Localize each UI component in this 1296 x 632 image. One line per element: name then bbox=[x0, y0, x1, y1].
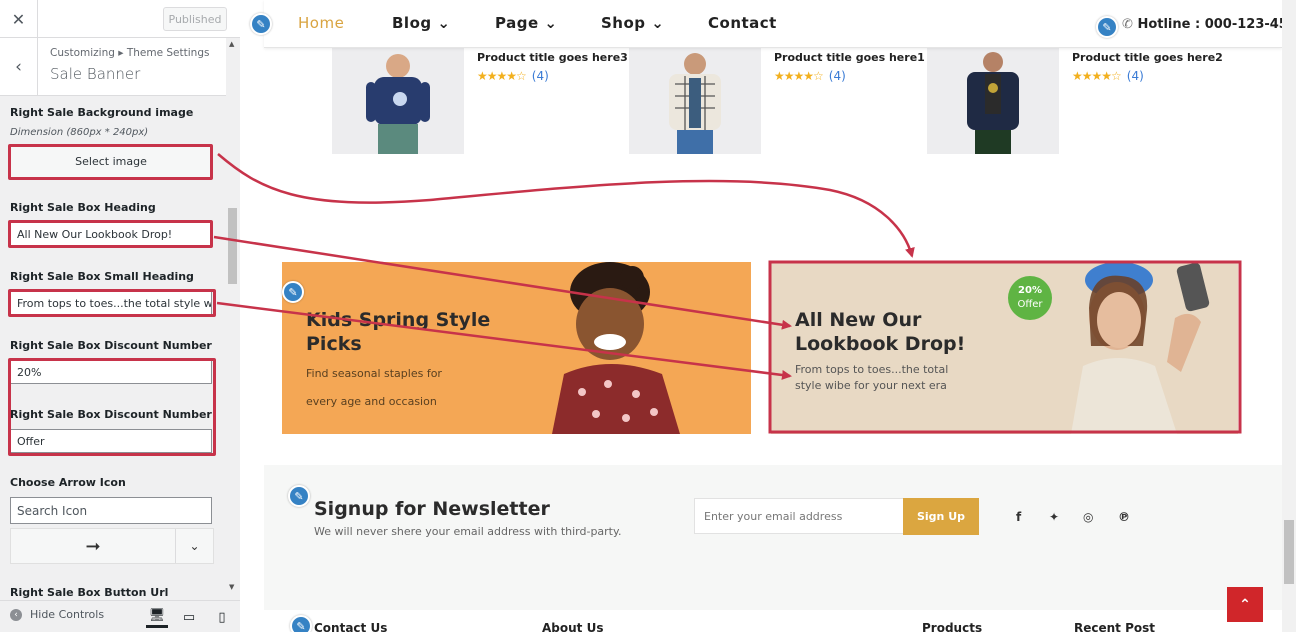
product-rating: ★★★★☆ (4) bbox=[774, 69, 846, 83]
chevron-down-icon[interactable]: ⌄ bbox=[175, 529, 213, 563]
nav-blog[interactable]: Blog ⌄ bbox=[392, 14, 450, 32]
kids-sale-banner[interactable]: Kids Spring Style Picks Find seasonal st… bbox=[282, 262, 751, 434]
lookbook-banner-heading: All New Our Lookbook Drop! bbox=[795, 309, 966, 355]
newsletter-subtitle: We will never shere your email address w… bbox=[314, 525, 622, 538]
section-title: Sale Banner bbox=[50, 65, 141, 83]
kids-banner-image bbox=[552, 262, 680, 434]
close-icon[interactable]: ✕ bbox=[0, 0, 38, 38]
highlight-box-select-image bbox=[8, 144, 213, 180]
button-url-label: Right Sale Box Button Url bbox=[10, 586, 169, 599]
bg-image-dimension: Dimension (860px * 240px) bbox=[10, 127, 149, 138]
newsletter-section: ✎ Signup for Newsletter We will never sh… bbox=[264, 465, 1282, 610]
preview-scrollbar-thumb[interactable] bbox=[1284, 520, 1294, 584]
highlight-box-discount bbox=[8, 358, 216, 456]
product-image[interactable] bbox=[629, 44, 761, 154]
nav-page-label: Page bbox=[495, 14, 539, 32]
kids-banner-heading: Kids Spring Style Picks bbox=[306, 309, 491, 355]
newsletter-title: Signup for Newsletter bbox=[314, 498, 550, 520]
highlight-box-small-heading bbox=[8, 289, 216, 317]
collapse-icon: ‹ bbox=[10, 608, 22, 621]
site-preview: ✎ Home Blog ⌄ Page ⌄ Shop ⌄ Contact ✎ ✆ … bbox=[240, 0, 1282, 632]
search-icon-input[interactable]: Search Icon bbox=[10, 497, 212, 524]
main-navigation: Home Blog ⌄ Page ⌄ Shop ⌄ Contact ✎ ✆ Ho… bbox=[264, 0, 1282, 48]
highlight-box-heading bbox=[8, 220, 213, 248]
small-heading-label: Right Sale Box Small Heading bbox=[10, 270, 194, 283]
back-to-top-icon[interactable]: ⌃ bbox=[1227, 587, 1263, 622]
phone-icon: ✆ bbox=[1122, 17, 1133, 32]
edit-left-banner-pencil-icon[interactable]: ✎ bbox=[282, 281, 304, 303]
product-rating: ★★★★☆ (4) bbox=[1072, 69, 1144, 83]
published-button[interactable]: Published bbox=[163, 7, 227, 31]
nav-shop[interactable]: Shop ⌄ bbox=[601, 14, 664, 32]
star-rating-icon: ★★★★☆ bbox=[774, 69, 824, 83]
chevron-down-icon: ⌄ bbox=[437, 14, 451, 32]
pinterest-icon[interactable]: ℗ bbox=[1118, 510, 1130, 524]
footer-heading-recent-post: Recent Post bbox=[1074, 621, 1156, 632]
hide-controls-label: Hide Controls bbox=[30, 608, 105, 621]
facebook-icon[interactable]: f bbox=[1016, 510, 1021, 524]
review-count: (4) bbox=[531, 69, 549, 83]
arrow-icon-label: Choose Arrow Icon bbox=[10, 476, 126, 489]
heading-label: Right Sale Box Heading bbox=[10, 201, 156, 214]
product-title[interactable]: Product title goes here3 bbox=[477, 51, 628, 64]
bg-image-label: Right Sale Background image bbox=[10, 106, 194, 119]
star-rating-icon: ★★★★☆ bbox=[477, 69, 527, 83]
star-rating-icon: ★★★★☆ bbox=[1072, 69, 1122, 83]
mobile-preview-icon[interactable]: ▯ bbox=[211, 606, 233, 628]
chevron-down-icon: ⌄ bbox=[544, 14, 558, 32]
lookbook-banner-text: From tops to toes...the total style wibe… bbox=[795, 363, 949, 392]
customizer-header-bar: ✕ Published bbox=[0, 0, 240, 38]
footer-heading-contact: Contact Us bbox=[314, 621, 388, 632]
nav-blog-label: Blog bbox=[392, 14, 432, 32]
preview-scrollbar[interactable] bbox=[1282, 0, 1296, 632]
kids-banner-text: Find seasonal staples for every age and … bbox=[306, 367, 442, 408]
hotline-number: 000-123-454 bbox=[1204, 17, 1282, 32]
nav-home[interactable]: Home bbox=[298, 14, 344, 32]
product-title[interactable]: Product title goes here2 bbox=[1072, 51, 1223, 64]
controls-list: Right Sale Background image Dimension (8… bbox=[0, 96, 226, 600]
breadcrumb: Customizing ▸ Theme Settings bbox=[50, 47, 210, 59]
review-count: (4) bbox=[828, 69, 846, 83]
lookbook-sale-banner[interactable]: 20% Offer All New Our Lookbook Drop! From… bbox=[771, 262, 1238, 434]
discount-value: 20% bbox=[1018, 285, 1042, 296]
review-count: (4) bbox=[1126, 69, 1144, 83]
product-rating: ★★★★☆ (4) bbox=[477, 69, 549, 83]
footer-heading-about: About Us bbox=[542, 621, 604, 632]
scrollbar-thumb[interactable] bbox=[228, 208, 237, 284]
customizer-panel: ✕ Published ‹ Customizing ▸ Theme Settin… bbox=[0, 0, 240, 632]
edit-footer-pencil-icon[interactable]: ✎ bbox=[290, 615, 312, 632]
tablet-preview-icon[interactable]: ▭ bbox=[178, 606, 200, 628]
email-input[interactable]: Enter your email address bbox=[694, 498, 904, 534]
footer-heading-products: Products bbox=[922, 621, 983, 632]
scroll-down-icon[interactable]: ▼ bbox=[229, 583, 234, 591]
nav-shop-label: Shop bbox=[601, 14, 646, 32]
hotline-key: Hotline : bbox=[1137, 17, 1201, 32]
desktop-preview-icon[interactable]: 🖥 bbox=[146, 606, 168, 628]
hide-controls-button[interactable]: ‹ Hide Controls bbox=[10, 608, 104, 621]
section-header: ‹ Customizing ▸ Theme Settings Sale Bann… bbox=[0, 38, 226, 96]
edit-header-pencil-icon[interactable]: ✎ bbox=[250, 13, 272, 35]
panel-scrollbar[interactable]: ▲ ▼ bbox=[226, 38, 240, 600]
discount-badge: 20% Offer bbox=[1008, 276, 1052, 320]
nav-page[interactable]: Page ⌄ bbox=[495, 14, 557, 32]
twitter-icon[interactable]: ✦ bbox=[1049, 510, 1059, 524]
product-image[interactable] bbox=[927, 44, 1059, 154]
lookbook-banner-image bbox=[1071, 262, 1210, 434]
hotline: ✆ Hotline : 000-123-454 bbox=[1122, 17, 1282, 32]
discount-number-label: Right Sale Box Discount Number bbox=[10, 339, 212, 352]
discount-text: Offer bbox=[1017, 299, 1043, 310]
arrow-icon-select[interactable]: ➞ ⌄ bbox=[10, 528, 214, 564]
sign-up-button[interactable]: Sign Up bbox=[903, 498, 979, 535]
back-arrow-icon[interactable]: ‹ bbox=[0, 38, 38, 96]
scroll-up-icon[interactable]: ▲ bbox=[229, 40, 234, 48]
product-title[interactable]: Product title goes here1 bbox=[774, 51, 925, 64]
product-image[interactable] bbox=[332, 44, 464, 154]
edit-hotline-pencil-icon[interactable]: ✎ bbox=[1096, 16, 1118, 38]
instagram-icon[interactable]: ◎ bbox=[1083, 510, 1093, 524]
edit-newsletter-pencil-icon[interactable]: ✎ bbox=[288, 485, 310, 507]
nav-contact[interactable]: Contact bbox=[708, 14, 777, 32]
customizer-footer: ‹ Hide Controls 🖥 ▭ ▯ bbox=[0, 600, 240, 632]
chevron-down-icon: ⌄ bbox=[651, 14, 665, 32]
arrow-right-icon: ➞ bbox=[85, 535, 101, 557]
